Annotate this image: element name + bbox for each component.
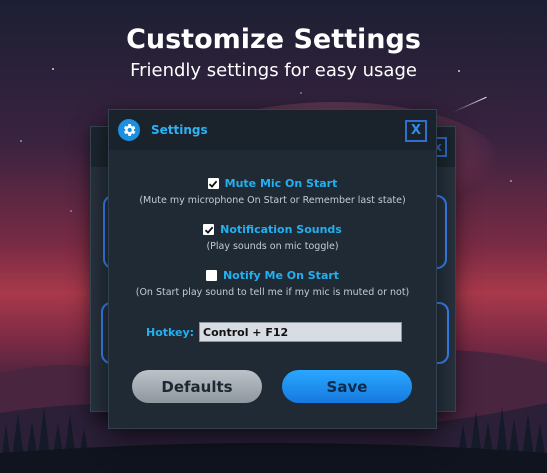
- save-button[interactable]: Save: [282, 370, 412, 403]
- option-label[interactable]: Notify Me On Start: [223, 269, 339, 282]
- notify-on-start-checkbox[interactable]: [205, 270, 217, 281]
- window-title: Settings: [151, 123, 208, 137]
- hotkey-input[interactable]: [199, 322, 402, 342]
- option-row[interactable]: Notification Sounds: [109, 223, 436, 236]
- option-description: (On Start play sound to tell me if my mi…: [135, 287, 410, 298]
- option-notify-on-start: Notify Me On Start (On Start play sound …: [109, 269, 436, 298]
- option-row[interactable]: Notify Me On Start: [109, 269, 436, 282]
- star: [20, 140, 22, 142]
- option-label[interactable]: Notification Sounds: [220, 223, 342, 236]
- check-icon: [204, 226, 213, 234]
- banner-title: Customize Settings: [126, 24, 421, 55]
- star: [510, 180, 512, 182]
- check-icon: [209, 180, 218, 188]
- option-description: (Play sounds on mic toggle): [206, 241, 339, 252]
- banner-subtitle: Friendly settings for easy usage: [130, 60, 417, 81]
- titlebar: Settings X: [109, 110, 436, 150]
- settings-window: Settings X Mute Mic On Start (Mute my mi…: [108, 109, 437, 429]
- mute-mic-checkbox[interactable]: [207, 178, 219, 189]
- star: [70, 210, 72, 212]
- star: [300, 92, 302, 94]
- gear-icon: [118, 119, 140, 141]
- notification-sounds-checkbox[interactable]: [203, 224, 215, 235]
- option-description: (Mute my microphone On Start or Remember…: [139, 195, 406, 206]
- hotkey-label: Hotkey:: [146, 326, 195, 339]
- option-mute-mic: Mute Mic On Start (Mute my microphone On…: [109, 177, 436, 206]
- option-notification-sounds: Notification Sounds (Play sounds on mic …: [109, 223, 436, 252]
- option-row[interactable]: Mute Mic On Start: [109, 177, 436, 190]
- defaults-button[interactable]: Defaults: [132, 370, 262, 403]
- option-label[interactable]: Mute Mic On Start: [225, 177, 338, 190]
- close-button[interactable]: X: [405, 120, 427, 142]
